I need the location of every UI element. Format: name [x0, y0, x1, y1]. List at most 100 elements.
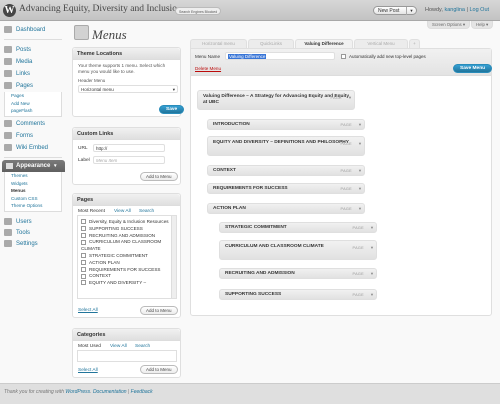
tab-search[interactable]: Search: [135, 344, 150, 349]
menu-users[interactable]: Users: [4, 217, 32, 228]
chevron-down-icon[interactable]: ▼: [370, 245, 374, 251]
menu-item[interactable]: REQUIREMENTS FOR SUCCESS PAGE ▼: [207, 183, 365, 194]
menu-item[interactable]: SUPPORTING SUCCESS PAGE ▼: [219, 289, 377, 300]
feedback-link[interactable]: Feedback: [131, 389, 153, 395]
auto-add-option[interactable]: Automatically add new top-level pages: [341, 54, 426, 60]
pages-add-button[interactable]: Add to Menu: [140, 306, 178, 315]
label-input[interactable]: Menu Item: [93, 156, 165, 164]
chevron-down-icon[interactable]: ▼: [358, 141, 362, 147]
pages-select-all[interactable]: Select All: [78, 308, 98, 313]
tab-quicklinks[interactable]: QuickLinks: [248, 39, 294, 48]
menu-pages[interactable]: Pages: [4, 81, 33, 92]
list-item[interactable]: CURRICULUM AND CLASSROOM CLIMATE: [81, 239, 171, 253]
username-link[interactable]: kanglina: [444, 7, 465, 13]
header-menu-select[interactable]: Horizontal menu ▾: [78, 85, 178, 93]
list-item[interactable]: ACTION PLAN: [81, 260, 171, 267]
menu-wiki-embed[interactable]: Wiki Embed: [4, 143, 48, 154]
menu-forms[interactable]: Forms: [4, 131, 33, 142]
categories-title[interactable]: Categories: [73, 329, 180, 341]
tab-view-all[interactable]: View All: [110, 344, 127, 349]
list-item[interactable]: REQUIREMENTS FOR SUCCESS: [81, 267, 171, 274]
menu-name-input[interactable]: Valuing Difference: [225, 52, 335, 60]
checkbox[interactable]: [81, 273, 86, 279]
menu-media[interactable]: Media: [4, 57, 32, 68]
submenu-custom-css[interactable]: Custom CSS: [5, 195, 61, 203]
list-item[interactable]: EQUITY AND DIVERSITY –: [81, 280, 171, 287]
checkbox[interactable]: [81, 219, 86, 225]
categories-add-button[interactable]: Add to Menu: [140, 365, 178, 374]
documentation-link[interactable]: Documentation: [93, 389, 127, 395]
wordpress-link[interactable]: WordPress: [65, 389, 90, 395]
submenu-themes[interactable]: Themes: [5, 172, 61, 180]
menu-item[interactable]: CONTEXT PAGE ▼: [207, 165, 365, 176]
wordpress-logo-icon[interactable]: W: [3, 4, 16, 17]
url-input[interactable]: http://: [93, 144, 165, 152]
submenu-widgets[interactable]: Widgets: [5, 180, 61, 188]
auto-add-checkbox[interactable]: [341, 54, 346, 60]
checkbox[interactable]: [81, 280, 86, 286]
menu-item[interactable]: Valuing Difference – A Strategy for Adva…: [197, 90, 355, 110]
checkbox[interactable]: [81, 253, 86, 259]
tab-view-all[interactable]: View All: [114, 209, 131, 214]
menu-item[interactable]: CURRICULUM AND CLASSROOM CLIMATE PAGE ▼: [219, 240, 377, 260]
pages-scrollbar[interactable]: [171, 216, 176, 298]
add-menu-tab[interactable]: +: [409, 39, 420, 48]
menu-settings[interactable]: Settings: [4, 239, 38, 250]
new-post-dropdown[interactable]: New Post ▼: [373, 6, 417, 15]
menu-item[interactable]: ACTION PLAN PAGE ▼: [207, 203, 365, 214]
screen-options-tab[interactable]: Screen Options ▾: [427, 21, 470, 29]
menu-dashboard[interactable]: Dashboard: [4, 25, 45, 36]
submenu-menus[interactable]: Menus: [5, 187, 61, 195]
categories-select-all[interactable]: Select All: [78, 368, 98, 373]
chevron-down-icon[interactable]: ▼: [358, 204, 362, 214]
list-item-label: REQUIREMENTS FOR SUCCESS: [89, 266, 161, 272]
save-menu-button[interactable]: Save Menu: [453, 64, 493, 73]
submenu-pageflash[interactable]: pageFlash: [5, 107, 61, 115]
list-item[interactable]: Diversity, Equity & Inclusion Resources: [81, 219, 171, 226]
search-engines-blocked-badge[interactable]: Search Engines Blocked: [175, 7, 222, 15]
help-tab[interactable]: Help ▾: [471, 21, 494, 29]
save-locations-button[interactable]: Save: [159, 105, 185, 114]
tab-vertical-menu[interactable]: Vertical Menu: [354, 39, 408, 48]
chevron-down-icon[interactable]: ▼: [406, 7, 416, 15]
menu-comments[interactable]: Comments: [4, 119, 45, 130]
tab-horizontal-menu[interactable]: Horizontal menu: [190, 39, 247, 48]
submenu-pages[interactable]: Pages: [5, 92, 61, 100]
menu-item[interactable]: STRATEGIC COMMITMENT PAGE ▼: [219, 222, 377, 233]
menu-item[interactable]: INTRODUCTION PAGE ▼: [207, 119, 365, 130]
chevron-down-icon[interactable]: ▼: [348, 95, 352, 101]
chevron-down-icon[interactable]: ▼: [358, 120, 362, 130]
checkbox[interactable]: [81, 266, 86, 272]
submenu-theme-options[interactable]: Theme Options: [5, 202, 61, 210]
tab-search[interactable]: Search: [139, 209, 154, 214]
checkbox[interactable]: [81, 226, 86, 232]
list-item[interactable]: RECRUITING AND ADMISSION: [81, 233, 171, 240]
chevron-down-icon[interactable]: ▼: [370, 290, 374, 300]
logout-link[interactable]: Log Out: [469, 7, 489, 13]
chevron-down-icon[interactable]: ▼: [370, 269, 374, 279]
list-item[interactable]: STRATEGIC COMMITMENT: [81, 253, 171, 260]
chevron-down-icon[interactable]: ▼: [370, 223, 374, 233]
delete-menu-link[interactable]: Delete Menu: [195, 66, 221, 71]
menu-item[interactable]: EQUITY AND DIVERSITY – DEFINITIONS AND P…: [207, 136, 365, 156]
tab-most-recent[interactable]: Most Recent: [78, 209, 105, 214]
checkbox[interactable]: [81, 232, 86, 238]
list-item[interactable]: CONTEXT: [81, 273, 171, 280]
chevron-down-icon[interactable]: ▼: [358, 184, 362, 194]
checkbox[interactable]: [81, 239, 86, 245]
list-item[interactable]: SUPPORTING SUCCESS: [81, 226, 171, 233]
chevron-down-icon[interactable]: ▼: [358, 166, 362, 176]
menu-links[interactable]: Links: [4, 69, 30, 80]
menu-tools[interactable]: Tools: [4, 228, 30, 239]
tab-most-used[interactable]: Most Used: [78, 344, 101, 349]
pages-title[interactable]: Pages: [73, 194, 180, 206]
site-title[interactable]: Advancing Equity, Diversity and Inclusio…: [19, 4, 184, 14]
custom-links-add-button[interactable]: Add to Menu: [140, 172, 178, 181]
menu-appearance[interactable]: Appearance ▾: [2, 160, 65, 172]
custom-links-title[interactable]: Custom Links: [73, 128, 180, 140]
theme-locations-title[interactable]: Theme Locations: [73, 48, 180, 60]
menu-item[interactable]: RECRUITING AND ADMISSION PAGE ▼: [219, 268, 377, 279]
checkbox[interactable]: [81, 260, 86, 266]
submenu-add-new[interactable]: Add New: [5, 100, 61, 108]
menu-posts[interactable]: Posts: [4, 45, 31, 56]
